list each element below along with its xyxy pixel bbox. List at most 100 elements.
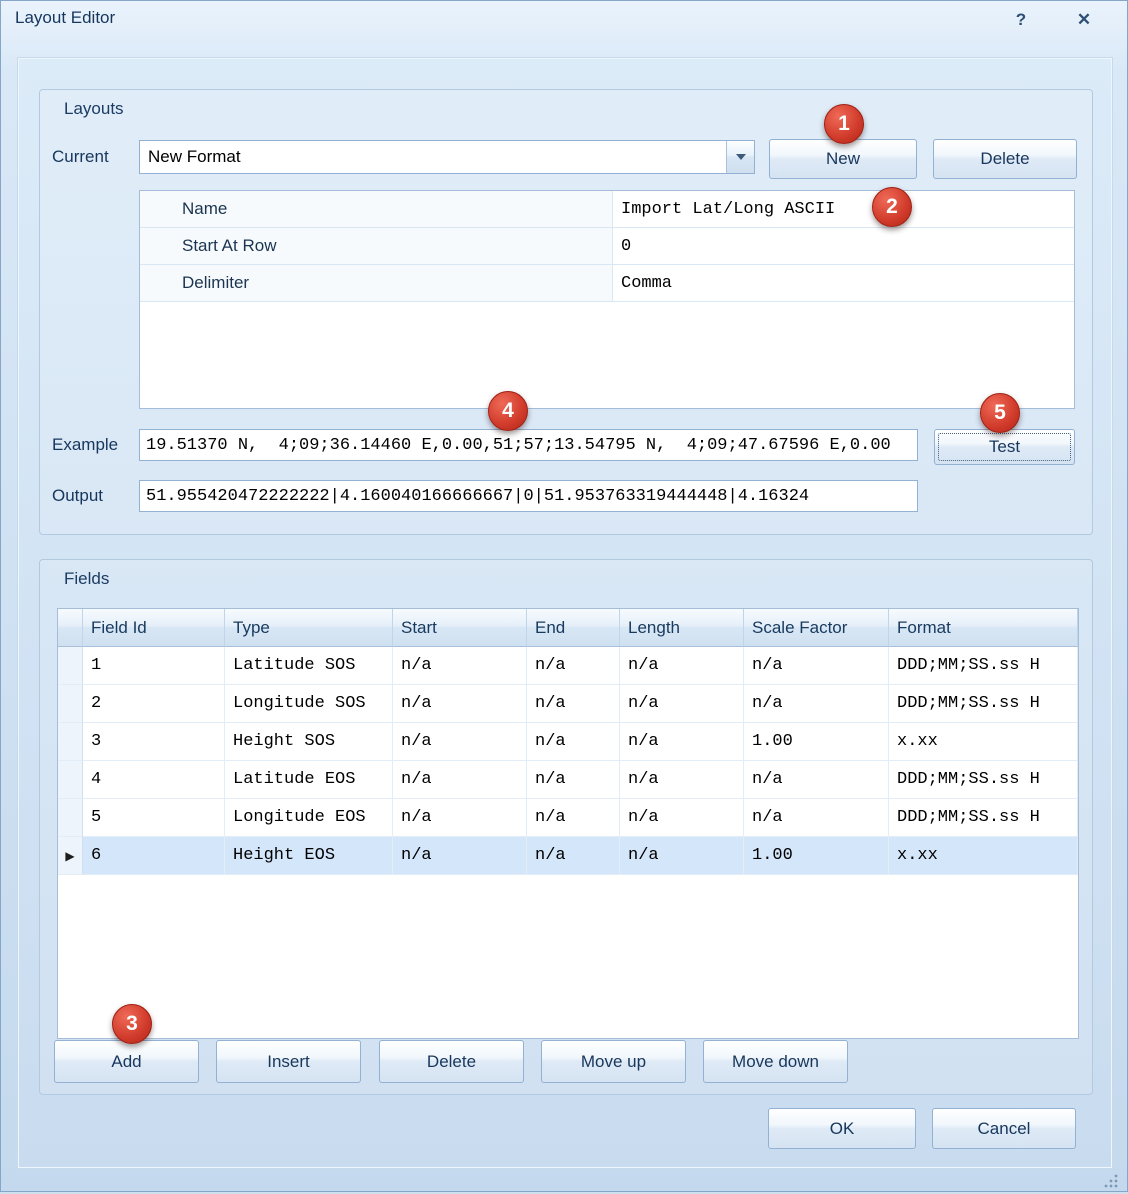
cell-scale-factor[interactable]: n/a — [744, 761, 889, 799]
annotation-badge-1: 1 — [824, 104, 864, 144]
cell-format[interactable]: DDD;MM;SS.ss H — [889, 761, 1078, 799]
column-header-start[interactable]: Start — [393, 609, 527, 647]
column-header-type[interactable]: Type — [225, 609, 393, 647]
insert-button[interactable]: Insert — [216, 1040, 361, 1083]
row-indicator[interactable] — [58, 761, 83, 799]
column-header-length[interactable]: Length — [620, 609, 744, 647]
delete-layout-button[interactable]: Delete — [933, 139, 1077, 179]
cell-field-id[interactable]: 3 — [83, 723, 225, 761]
cell-start[interactable]: n/a — [393, 647, 527, 685]
window-title: Layout Editor — [15, 8, 115, 28]
cell-start[interactable]: n/a — [393, 799, 527, 837]
current-row-arrow-icon: ▶ — [65, 849, 74, 863]
annotation-badge-4: 4 — [488, 391, 528, 431]
cell-length[interactable]: n/a — [620, 723, 744, 761]
chevron-down-icon — [736, 154, 746, 160]
cell-length[interactable]: n/a — [620, 761, 744, 799]
cell-start[interactable]: n/a — [393, 685, 527, 723]
cell-field-id[interactable]: 2 — [83, 685, 225, 723]
column-header-indicator — [58, 609, 83, 647]
cell-type[interactable]: Height SOS — [225, 723, 393, 761]
combobox-dropdown-button[interactable] — [726, 141, 754, 173]
example-input[interactable]: 19.51370 N, 4;09;36.14460 E,0.00,51;57;1… — [139, 429, 918, 461]
table-row[interactable]: 5 Longitude EOS n/a n/a n/a n/a DDD;MM;S… — [58, 799, 1078, 837]
row-indicator[interactable] — [58, 799, 83, 837]
property-label-start-at-row: Start At Row — [140, 228, 613, 264]
close-icon[interactable]: ✕ — [1069, 9, 1099, 31]
cell-start[interactable]: n/a — [393, 837, 527, 875]
output-label: Output — [52, 480, 103, 512]
table-row[interactable]: 4 Latitude EOS n/a n/a n/a n/a DDD;MM;SS… — [58, 761, 1078, 799]
cell-length[interactable]: n/a — [620, 837, 744, 875]
move-up-button[interactable]: Move up — [541, 1040, 686, 1083]
cell-end[interactable]: n/a — [527, 837, 620, 875]
cell-length[interactable]: n/a — [620, 685, 744, 723]
cell-length[interactable]: n/a — [620, 647, 744, 685]
property-value-start-at-row[interactable]: 0 — [613, 228, 1074, 264]
table-row-selected[interactable]: ▶ 6 Height EOS n/a n/a n/a 1.00 x.xx — [58, 837, 1078, 875]
cell-format[interactable]: x.xx — [889, 723, 1078, 761]
property-row: Delimiter Comma — [140, 265, 1074, 302]
property-value-name[interactable]: Import Lat/Long ASCII — [613, 191, 1074, 227]
cell-end[interactable]: n/a — [527, 799, 620, 837]
cell-type[interactable]: Height EOS — [225, 837, 393, 875]
cell-type[interactable]: Longitude EOS — [225, 799, 393, 837]
layout-properties-table: Name Import Lat/Long ASCII Start At Row … — [139, 190, 1075, 409]
property-row: Name Import Lat/Long ASCII — [140, 191, 1074, 228]
help-icon[interactable]: ? — [1007, 9, 1035, 31]
cell-scale-factor[interactable]: n/a — [744, 799, 889, 837]
cancel-button[interactable]: Cancel — [932, 1108, 1076, 1149]
annotation-badge-3: 3 — [112, 1004, 152, 1044]
new-button[interactable]: New — [769, 139, 917, 179]
table-row[interactable]: 1 Latitude SOS n/a n/a n/a n/a DDD;MM;SS… — [58, 647, 1078, 685]
table-row[interactable]: 2 Longitude SOS n/a n/a n/a n/a DDD;MM;S… — [58, 685, 1078, 723]
cell-type[interactable]: Latitude SOS — [225, 647, 393, 685]
annotation-badge-2: 2 — [872, 187, 912, 227]
titlebar: Layout Editor ? ✕ — [1, 1, 1127, 35]
table-header: Field Id Type Start End Length Scale Fac… — [58, 609, 1078, 647]
current-layout-combobox[interactable]: New Format — [139, 140, 755, 174]
column-header-scale-factor[interactable]: Scale Factor — [744, 609, 889, 647]
cell-length[interactable]: n/a — [620, 799, 744, 837]
row-indicator[interactable] — [58, 723, 83, 761]
ok-button[interactable]: OK — [768, 1108, 916, 1149]
table-row[interactable]: 3 Height SOS n/a n/a n/a 1.00 x.xx — [58, 723, 1078, 761]
cell-end[interactable]: n/a — [527, 723, 620, 761]
delete-field-button[interactable]: Delete — [379, 1040, 524, 1083]
cell-field-id[interactable]: 4 — [83, 761, 225, 799]
cell-type[interactable]: Latitude EOS — [225, 761, 393, 799]
cell-format[interactable]: DDD;MM;SS.ss H — [889, 685, 1078, 723]
cell-scale-factor[interactable]: 1.00 — [744, 837, 889, 875]
column-header-field-id[interactable]: Field Id — [83, 609, 225, 647]
layouts-group-label: Layouts — [64, 99, 124, 119]
cell-scale-factor[interactable]: n/a — [744, 685, 889, 723]
cell-format[interactable]: DDD;MM;SS.ss H — [889, 647, 1078, 685]
cell-start[interactable]: n/a — [393, 761, 527, 799]
cell-end[interactable]: n/a — [527, 685, 620, 723]
add-button[interactable]: Add — [54, 1040, 199, 1083]
cell-field-id[interactable]: 5 — [83, 799, 225, 837]
cell-type[interactable]: Longitude SOS — [225, 685, 393, 723]
cell-field-id[interactable]: 6 — [83, 837, 225, 875]
resize-grip-icon[interactable] — [1103, 1173, 1119, 1189]
cell-format[interactable]: x.xx — [889, 837, 1078, 875]
cell-end[interactable]: n/a — [527, 761, 620, 799]
fields-group-label: Fields — [64, 569, 109, 589]
property-value-delimiter[interactable]: Comma — [613, 265, 1074, 301]
move-down-button[interactable]: Move down — [703, 1040, 848, 1083]
cell-format[interactable]: DDD;MM;SS.ss H — [889, 799, 1078, 837]
fields-group: Fields Field Id Type Start End Length Sc… — [39, 559, 1093, 1095]
row-indicator[interactable] — [58, 647, 83, 685]
fields-table: Field Id Type Start End Length Scale Fac… — [57, 608, 1079, 1039]
cell-end[interactable]: n/a — [527, 647, 620, 685]
cell-scale-factor[interactable]: 1.00 — [744, 723, 889, 761]
cell-scale-factor[interactable]: n/a — [744, 647, 889, 685]
cell-field-id[interactable]: 1 — [83, 647, 225, 685]
output-field[interactable]: 51.955420472222222|4.160040166666667|0|5… — [139, 480, 918, 512]
row-indicator[interactable] — [58, 685, 83, 723]
column-header-format[interactable]: Format — [889, 609, 1078, 647]
row-indicator[interactable]: ▶ — [58, 837, 83, 875]
cell-start[interactable]: n/a — [393, 723, 527, 761]
column-header-end[interactable]: End — [527, 609, 620, 647]
test-button[interactable]: Test — [934, 429, 1075, 465]
